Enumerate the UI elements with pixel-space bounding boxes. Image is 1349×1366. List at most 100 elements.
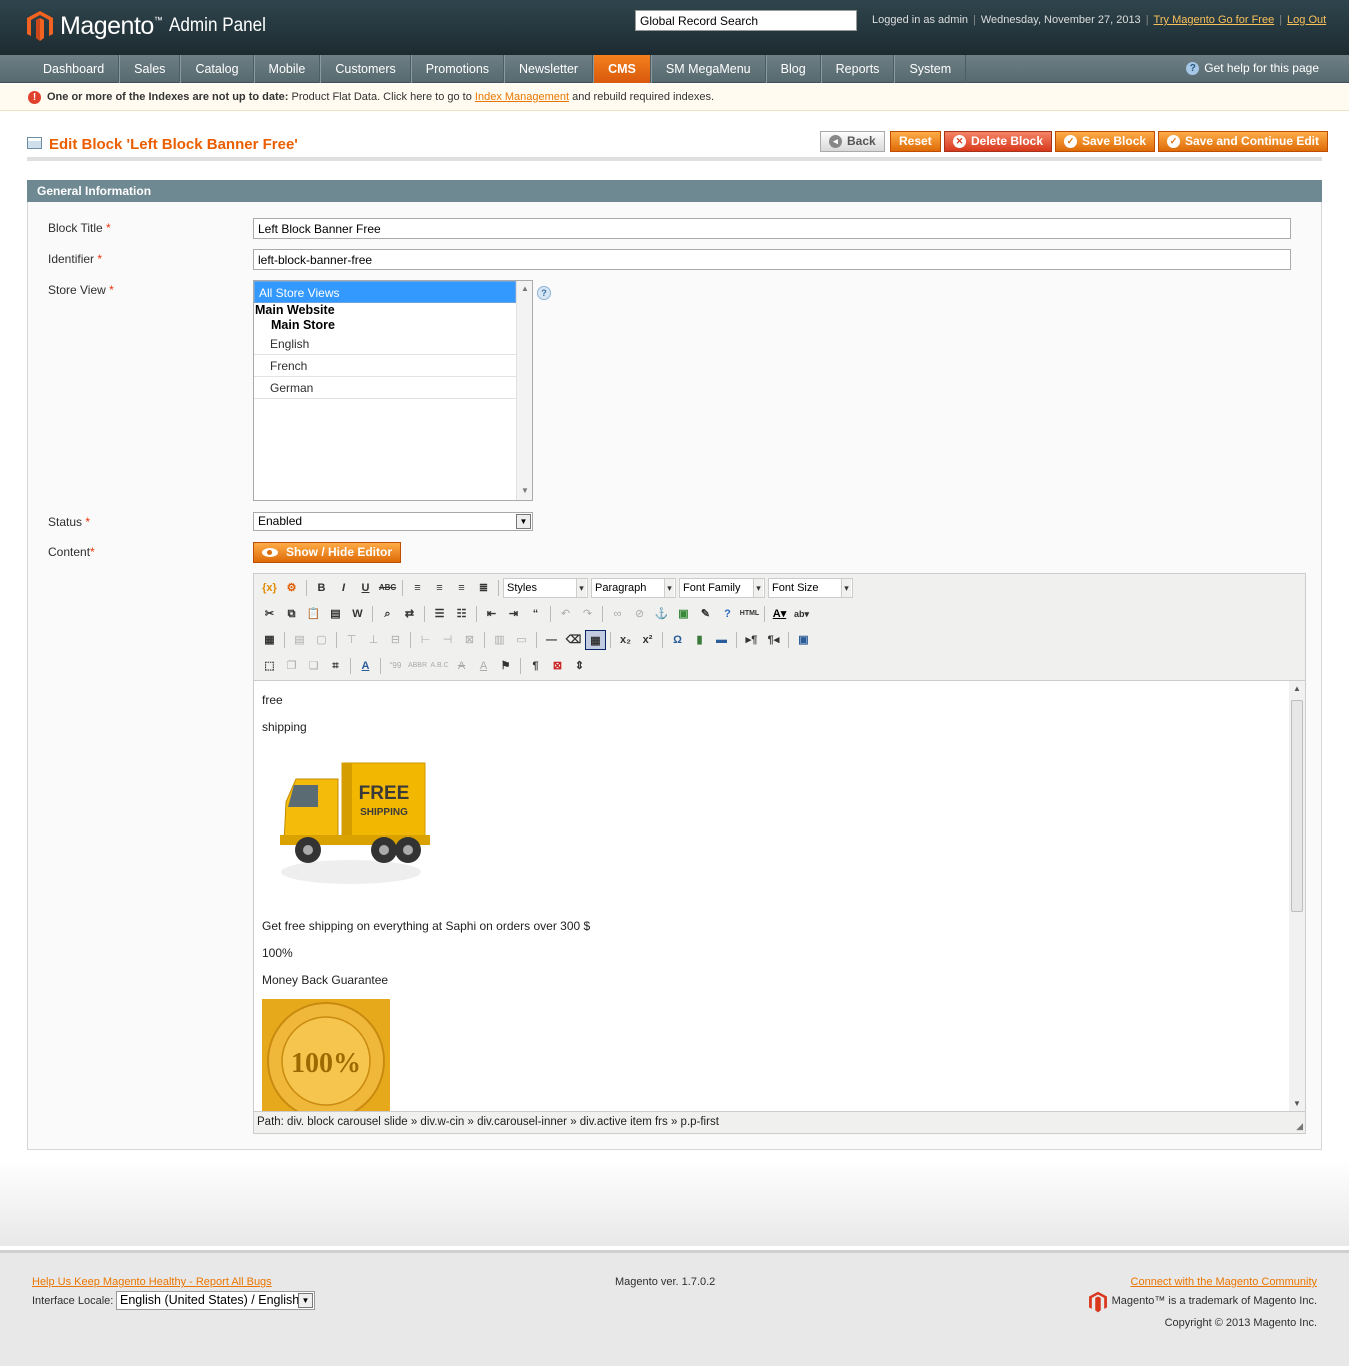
row-after-icon[interactable]: ⊥	[363, 630, 384, 650]
strikethrough-icon[interactable]: ABC	[377, 578, 398, 598]
cite-icon[interactable]: “99	[385, 656, 406, 676]
underline-icon[interactable]: U	[355, 578, 376, 598]
delete-row-icon[interactable]: ⊟	[385, 630, 406, 650]
nav-mobile[interactable]: Mobile	[253, 55, 321, 83]
styles-select[interactable]: Styles	[503, 578, 588, 598]
editor-scrollbar[interactable]: ▲ ▼	[1289, 680, 1305, 1112]
move-backward-icon[interactable]: ❏	[303, 656, 324, 676]
numbered-list-icon[interactable]: ☷	[451, 604, 472, 624]
special-char-icon[interactable]: Ω	[667, 630, 688, 650]
copy-icon[interactable]: ⧉	[281, 604, 302, 624]
merge-cells-icon[interactable]: ▭	[511, 630, 532, 650]
resize-handle-icon[interactable]: ◢	[1296, 1121, 1303, 1132]
global-search-input[interactable]	[635, 10, 857, 31]
interface-locale-select[interactable]: English (United States) / English ▼	[116, 1291, 315, 1310]
report-bugs-link[interactable]: Help Us Keep Magento Healthy - Report Al…	[32, 1276, 272, 1288]
nav-dashboard[interactable]: Dashboard	[29, 55, 120, 83]
paste-word-icon[interactable]: W	[347, 604, 368, 624]
ltr-icon[interactable]: ▸¶	[741, 630, 762, 650]
anchor-icon[interactable]: ⚓	[651, 604, 672, 624]
align-justify-icon[interactable]: ≣	[473, 578, 494, 598]
blockquote-icon[interactable]: “	[525, 604, 546, 624]
attribs-icon[interactable]: ⚑	[495, 656, 516, 676]
logout-link[interactable]: Log Out	[1287, 14, 1326, 26]
block-title-input[interactable]	[253, 218, 1291, 239]
community-link[interactable]: Connect with the Magento Community	[1131, 1276, 1317, 1288]
identifier-input[interactable]	[253, 249, 1291, 270]
rtl-icon[interactable]: ¶◂	[763, 630, 784, 650]
subscript-icon[interactable]: x₂	[615, 630, 636, 650]
delete-col-icon[interactable]: ⊠	[459, 630, 480, 650]
nav-newsletter[interactable]: Newsletter	[504, 55, 594, 83]
align-left-icon[interactable]: ≡	[407, 578, 428, 598]
index-management-link[interactable]: Index Management	[475, 91, 569, 103]
undo-icon[interactable]: ↶	[555, 604, 576, 624]
image-icon[interactable]: ▣	[673, 604, 694, 624]
ins-icon[interactable]: A	[473, 656, 494, 676]
media-icon[interactable]: ▮	[689, 630, 710, 650]
bullet-list-icon[interactable]: ☰	[429, 604, 450, 624]
replace-icon[interactable]: ⇄	[399, 604, 420, 624]
fullscreen-icon[interactable]: ▣	[793, 630, 814, 650]
font-family-select[interactable]: Font Family	[679, 578, 765, 598]
cleanup-icon[interactable]: ✎	[695, 604, 716, 624]
store-view-multiselect[interactable]: All Store Views Main Website Main Store …	[253, 280, 533, 501]
bold-icon[interactable]: B	[311, 578, 332, 598]
styleprops-icon[interactable]: A	[355, 656, 376, 676]
reset-button[interactable]: Reset	[890, 131, 941, 152]
table-props-icon[interactable]: ▦	[259, 630, 280, 650]
help-link[interactable]: ? Get help for this page	[1186, 61, 1319, 75]
nav-system[interactable]: System	[894, 55, 967, 83]
outdent-icon[interactable]: ⇤	[481, 604, 502, 624]
nonbreaking-icon[interactable]: ⊠	[547, 656, 568, 676]
store-view-help-icon[interactable]: ?	[537, 286, 551, 300]
nav-blog[interactable]: Blog	[765, 55, 821, 83]
indent-icon[interactable]: ⇥	[503, 604, 524, 624]
insert-widget-icon[interactable]: ⚙	[281, 578, 302, 598]
store-option-french[interactable]: French	[254, 355, 516, 377]
nav-cms[interactable]: CMS	[593, 55, 651, 83]
editor-scroll-thumb[interactable]	[1291, 700, 1303, 912]
store-option-all[interactable]: All Store Views	[254, 281, 516, 303]
font-size-select[interactable]: Font Size	[768, 578, 853, 598]
save-continue-button[interactable]: ✓ Save and Continue Edit	[1158, 131, 1329, 152]
col-before-icon[interactable]: ⊢	[415, 630, 436, 650]
superscript-icon[interactable]: x²	[637, 630, 658, 650]
magento-logo[interactable]: Magento ™ Admin Panel	[26, 10, 277, 42]
horizontal-rule-icon[interactable]: —	[541, 630, 562, 650]
abbr-icon[interactable]: ABBR	[407, 656, 428, 676]
align-center-icon[interactable]: ≡	[429, 578, 450, 598]
delete-block-button[interactable]: ✕ Delete Block	[944, 131, 1053, 152]
store-option-english[interactable]: English	[254, 333, 516, 355]
pagebreak-icon[interactable]: ⇕	[569, 656, 590, 676]
acronym-icon[interactable]: A.B.C	[429, 656, 450, 676]
move-forward-icon[interactable]: ❐	[281, 656, 302, 676]
nav-sales[interactable]: Sales	[119, 55, 181, 83]
redo-icon[interactable]: ↷	[577, 604, 598, 624]
del-icon[interactable]: A	[451, 656, 472, 676]
italic-icon[interactable]: I	[333, 578, 354, 598]
text-color-icon[interactable]: A▾	[769, 604, 790, 624]
nav-promotions[interactable]: Promotions	[410, 55, 505, 83]
cell-props-icon[interactable]: ▢	[311, 630, 332, 650]
nav-customers[interactable]: Customers	[320, 55, 411, 83]
store-option-german[interactable]: German	[254, 377, 516, 399]
nav-catalog[interactable]: Catalog	[180, 55, 254, 83]
try-magento-go-link[interactable]: Try Magento Go for Free	[1154, 14, 1275, 26]
eraser-icon[interactable]: ⌫	[563, 630, 584, 650]
nav-reports[interactable]: Reports	[820, 55, 895, 83]
paste-icon[interactable]: 📋	[303, 604, 324, 624]
row-props-icon[interactable]: ▤	[289, 630, 310, 650]
help-editor-icon[interactable]: ?	[717, 604, 738, 624]
unlink-icon[interactable]: ⊘	[629, 604, 650, 624]
col-after-icon[interactable]: ⊣	[437, 630, 458, 650]
format-select[interactable]: Paragraph	[591, 578, 676, 598]
save-block-button[interactable]: ✓ Save Block	[1055, 131, 1156, 152]
advanced-hr-icon[interactable]: ▬	[711, 630, 732, 650]
background-color-icon[interactable]: ab▾	[791, 604, 812, 624]
row-before-icon[interactable]: ⊤	[341, 630, 362, 650]
find-icon[interactable]: ⌕	[377, 604, 398, 624]
editor-content-area[interactable]: free shipping FREE SHIPPING Get free shi…	[254, 680, 1289, 1112]
cut-icon[interactable]: ✂	[259, 604, 280, 624]
store-view-scrollbar[interactable]: ▲ ▼	[516, 281, 532, 500]
